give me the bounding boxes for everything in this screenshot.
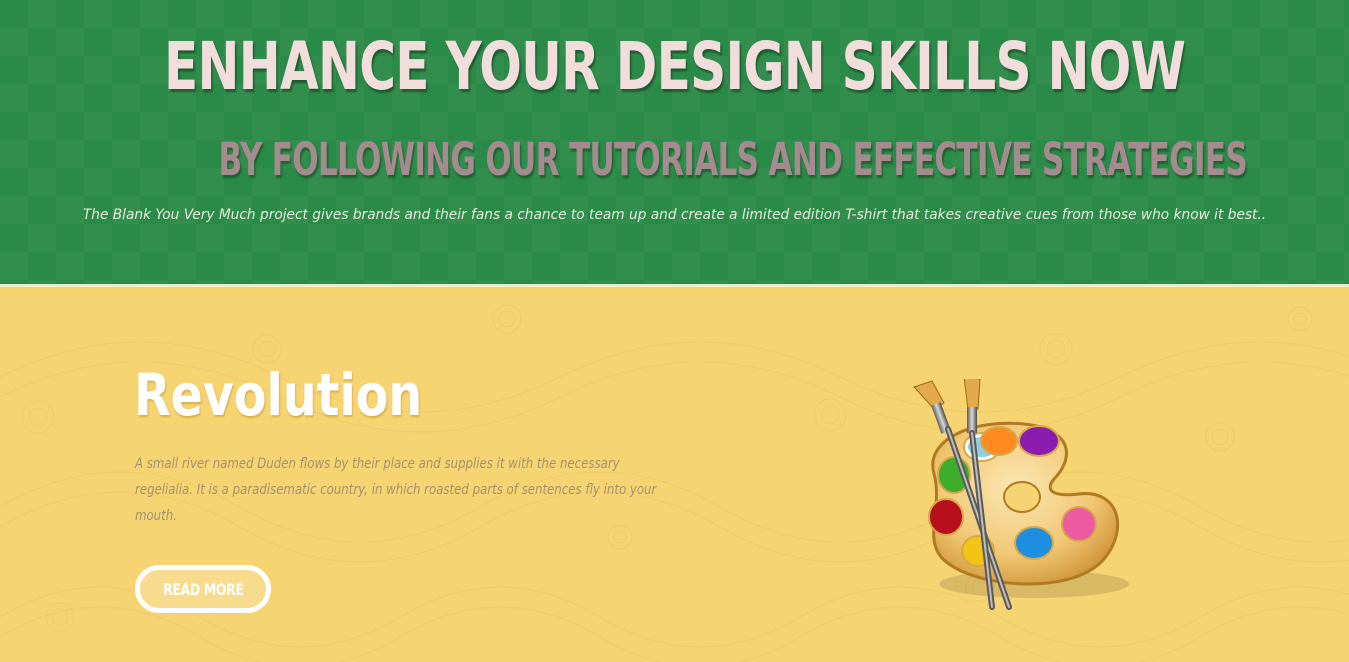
feature-section: Revolution A small river named Duden flo… (0, 287, 1349, 662)
read-more-button[interactable]: READ MORE (135, 565, 271, 613)
hero-description: The Blank You Very Much project gives br… (82, 207, 1267, 223)
read-more-label: READ MORE (162, 579, 244, 599)
hero-subtitle: BY FOLLOWING OUR TUTORIALS AND EFFECTIVE… (218, 133, 1248, 186)
feature-title: Revolution (134, 361, 423, 429)
hero-title: ENHANCE YOUR DESIGN SKILLS NOW (164, 28, 1186, 105)
paint-palette-icon (913, 379, 1129, 610)
feature-description: A small river named Duden flows by their… (135, 456, 657, 524)
hero-section: ENHANCE YOUR DESIGN SKILLS NOW BY FOLLOW… (0, 0, 1349, 284)
